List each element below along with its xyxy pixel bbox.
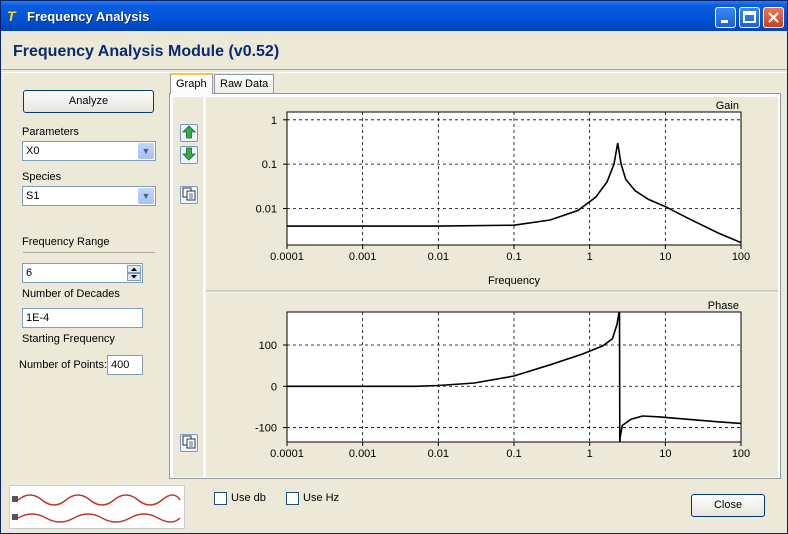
x-tick-label: 0.0001 <box>270 448 304 460</box>
app-logo-icon: T <box>7 8 16 24</box>
tab-raw-data[interactable]: Raw Data <box>214 74 275 93</box>
tab-control: Graph Raw Data 0.0001 0.001 0.01 0.1 1 1… <box>169 73 783 479</box>
x-tick-label: 0.0001 <box>270 251 304 263</box>
copy-icon <box>182 435 196 449</box>
copy-icon <box>182 187 196 201</box>
use-hz-label: Use Hz <box>303 492 340 504</box>
minimize-icon <box>721 20 728 23</box>
move-up-button[interactable] <box>180 124 198 142</box>
decades-label: Number of Decades <box>22 288 120 300</box>
arrow-down-icon <box>182 147 196 161</box>
parameters-value: X0 <box>26 145 40 157</box>
points-input[interactable]: 400 <box>107 355 143 375</box>
tab-graph[interactable]: Graph <box>170 73 213 94</box>
points-value: 400 <box>111 359 130 371</box>
graph-toolbar <box>173 97 203 477</box>
chart-title: Phase <box>708 300 739 312</box>
minimize-button[interactable] <box>715 7 736 28</box>
x-tick-label: 10 <box>659 251 671 263</box>
settings-panel: Analyze Parameters X0 ▼ Species S1 ▼ Fre… <box>3 73 165 481</box>
arrow-up-icon <box>182 125 196 139</box>
chart-gain: 0.0001 0.001 0.01 0.1 1 10 100 1 0.1 0.01 Gain Freq… <box>256 100 751 287</box>
plot-pane: 0.0001 0.001 0.01 0.1 1 10 100 1 0.1 0.01 Gain Freq… <box>206 97 778 477</box>
bottom-bar: Use db Use Hz Close <box>2 482 786 532</box>
species-label: Species <box>22 171 62 183</box>
x-tick-label: 1 <box>587 251 593 263</box>
x-tick-label: 0.001 <box>349 448 377 460</box>
y-tick-label: 0.1 <box>262 159 277 171</box>
x-tick-label: 100 <box>732 448 750 460</box>
window-title: Frequency Analysis <box>27 9 150 24</box>
chart-title: Gain <box>716 100 739 112</box>
close-button[interactable]: Close <box>691 494 765 517</box>
points-label: Number of Points: <box>19 359 108 371</box>
chart-phase: 0.0001 0.001 0.01 0.1 1 10 100 100 0 -100 Phase <box>255 300 750 460</box>
y-tick-label: 1 <box>271 115 277 127</box>
x-tick-label: 100 <box>732 251 750 263</box>
header: Frequency Analysis Module (v0.52) <box>2 31 786 71</box>
frequency-plots[interactable]: 0.0001 0.001 0.01 0.1 1 10 10010.10.01GainFreq… <box>206 97 778 477</box>
x-tick-label: 10 <box>659 448 671 460</box>
use-db-checkbox[interactable] <box>214 492 227 505</box>
y-tick-label: 100 <box>259 340 277 352</box>
app-window: T Frequency Analysis Frequency Analysis … <box>0 0 788 534</box>
chevron-down-icon[interactable]: ▼ <box>138 188 154 204</box>
x-tick-label: 0.1 <box>506 448 521 460</box>
x-tick-label: 0.1 <box>506 251 521 263</box>
close-window-button[interactable] <box>763 7 784 28</box>
parameters-select[interactable]: X0 ▼ <box>22 141 156 161</box>
species-select[interactable]: S1 ▼ <box>22 186 156 206</box>
logo-thumbnail <box>9 485 185 529</box>
page-title: Frequency Analysis Module (v0.52) <box>13 43 280 60</box>
species-value: S1 <box>26 190 40 202</box>
maximize-icon <box>743 11 756 23</box>
start-frequency-value: 1E-4 <box>26 312 50 324</box>
use-hz-checkbox[interactable] <box>286 492 299 505</box>
title-bar[interactable]: T Frequency Analysis <box>1 1 787 31</box>
use-db-label: Use db <box>231 492 266 504</box>
close-icon <box>768 12 779 23</box>
parameters-label: Parameters <box>22 126 79 138</box>
start-frequency-input[interactable]: 1E-4 <box>22 308 143 328</box>
copy-phase-button[interactable] <box>180 434 198 452</box>
waveform-logo-icon <box>12 494 181 523</box>
x-axis-label: Frequency <box>488 275 540 287</box>
y-tick-label: 0.01 <box>256 203 277 215</box>
section-divider <box>23 252 155 253</box>
graph-tab-page: 0.0001 0.001 0.01 0.1 1 10 100 1 0.1 0.01 Gain Freq… <box>169 93 781 479</box>
move-down-button[interactable] <box>180 146 198 164</box>
spinner-arrows-icon[interactable] <box>127 265 141 281</box>
y-tick-label: -100 <box>255 423 277 435</box>
start-frequency-label: Starting Frequency <box>22 333 115 345</box>
chevron-down-icon[interactable]: ▼ <box>138 143 154 159</box>
frequency-range-label: Frequency Range <box>22 236 110 248</box>
maximize-button[interactable] <box>739 7 760 28</box>
x-tick-label: 1 <box>587 448 593 460</box>
analyze-button[interactable]: Analyze <box>23 90 154 113</box>
decades-value: 6 <box>26 267 33 279</box>
y-tick-label: 0 <box>271 381 277 393</box>
x-tick-label: 0.01 <box>428 448 449 460</box>
copy-gain-button[interactable] <box>180 186 198 204</box>
x-tick-label: 0.01 <box>428 251 449 263</box>
x-tick-label: 0.001 <box>349 251 377 263</box>
decades-stepper[interactable]: 6 <box>22 263 143 283</box>
